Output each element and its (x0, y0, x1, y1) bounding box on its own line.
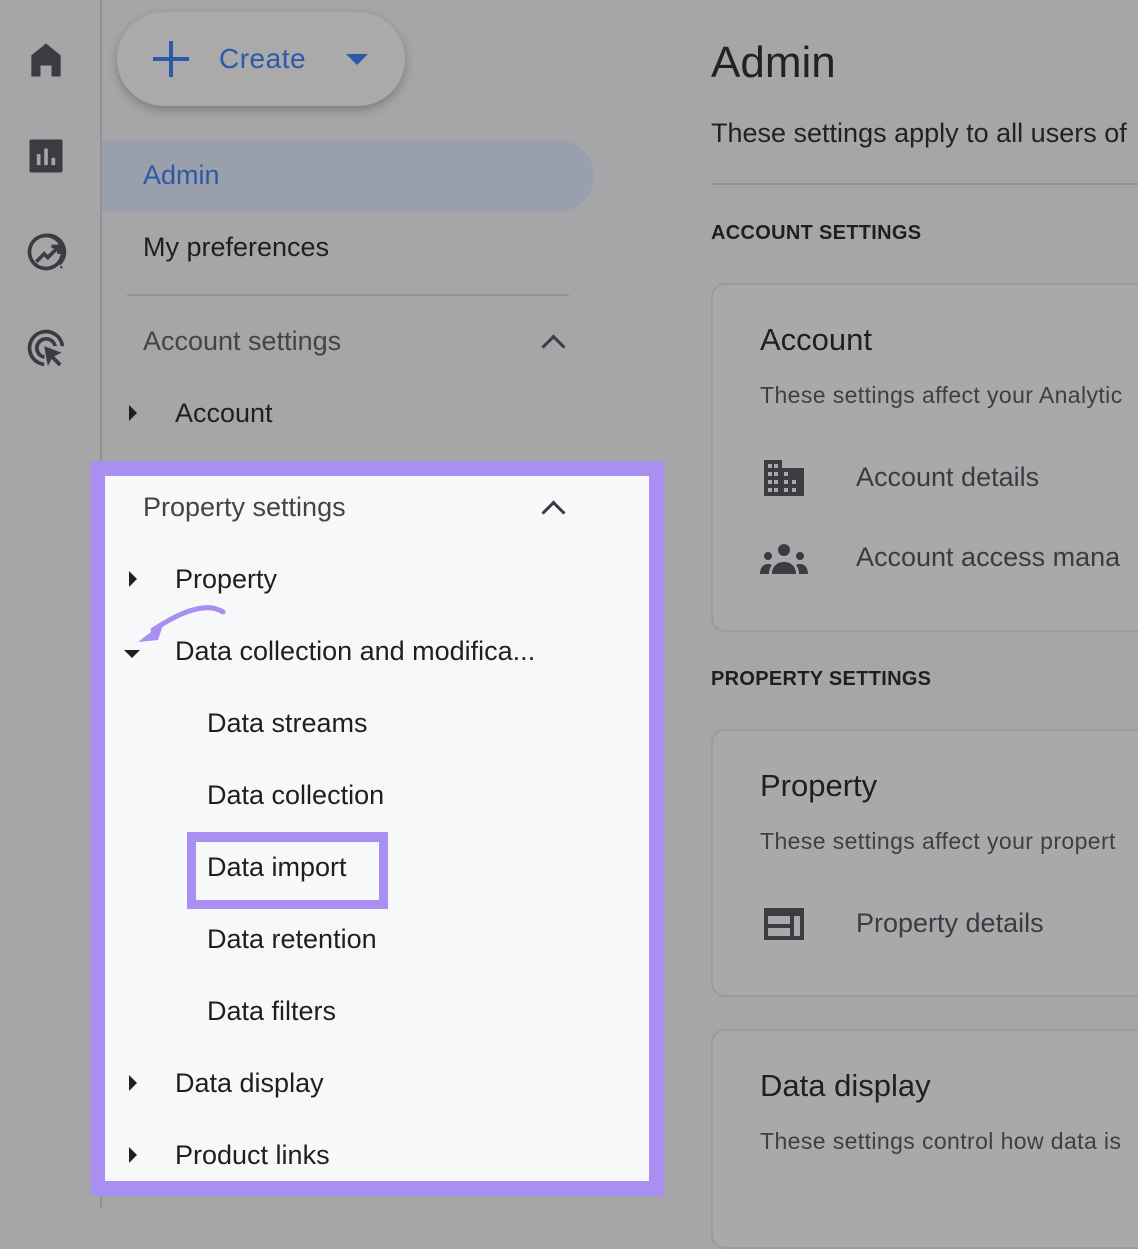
nav-property[interactable]: Property (175, 564, 277, 595)
main-divider (711, 183, 1138, 185)
account-details-link[interactable]: Account details (856, 462, 1039, 493)
building-icon (760, 458, 808, 498)
advertising-icon[interactable] (24, 326, 68, 370)
chevron-up-icon[interactable] (541, 334, 566, 359)
explore-icon[interactable] (24, 230, 68, 274)
expand-arrow-icon[interactable] (129, 1075, 137, 1091)
nav-data-retention[interactable]: Data retention (207, 924, 377, 955)
nav-account[interactable]: Account (175, 398, 273, 429)
create-label: Create (219, 43, 307, 74)
data-display-card-description: These settings control how data is (760, 1128, 1122, 1154)
account-card-title: Account (760, 322, 873, 357)
nav-data-display[interactable]: Data display (175, 1068, 324, 1099)
people-icon (760, 538, 808, 578)
property-details-link[interactable]: Property details (856, 908, 1044, 939)
property-card-description: These settings affect your propert (760, 828, 1116, 854)
reports-icon[interactable] (24, 134, 68, 178)
nav-data-streams[interactable]: Data streams (207, 708, 368, 739)
account-card-description: These settings affect your Analytic (760, 382, 1123, 408)
expand-arrow-icon[interactable] (129, 1147, 137, 1163)
home-icon[interactable] (24, 38, 68, 82)
annotation-arrow-icon (138, 605, 226, 642)
data-display-card-title: Data display (760, 1068, 931, 1103)
nav-data-filters[interactable]: Data filters (207, 996, 336, 1027)
account-settings-section-label: ACCOUNT SETTINGS (711, 222, 922, 244)
nav-product-links[interactable]: Product links (175, 1140, 330, 1171)
plus-icon (153, 41, 189, 77)
account-access-management-link[interactable]: Account access mana (856, 542, 1120, 573)
dropdown-caret-icon[interactable] (346, 53, 369, 65)
property-details-icon (760, 904, 808, 944)
left-rail (0, 0, 102, 1208)
property-settings-header[interactable]: Property settings (143, 492, 346, 523)
nav-my-preferences[interactable]: My preferences (143, 232, 329, 263)
account-settings-header[interactable]: Account settings (143, 326, 341, 357)
nav-divider (127, 294, 569, 296)
nav-data-collection[interactable]: Data collection (207, 780, 384, 811)
create-button[interactable]: Create (117, 12, 405, 106)
property-card-title: Property (760, 768, 878, 803)
page-title: Admin (711, 38, 836, 87)
nav-admin-label[interactable]: Admin (143, 160, 220, 191)
property-settings-section-label: PROPERTY SETTINGS (711, 668, 932, 690)
expand-arrow-icon[interactable] (129, 571, 137, 587)
expand-arrow-icon[interactable] (129, 405, 137, 421)
page-subtitle: These settings apply to all users of (711, 118, 1127, 148)
nav-data-import[interactable]: Data import (207, 852, 347, 883)
